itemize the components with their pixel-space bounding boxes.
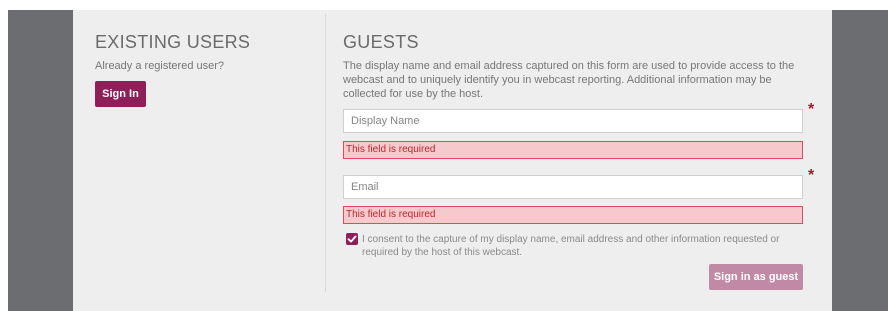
- consent-checkbox[interactable]: [346, 233, 358, 245]
- existing-users-heading: EXISTING USERS: [95, 32, 251, 52]
- guests-heading: GUESTS: [343, 32, 419, 52]
- column-divider: [325, 14, 326, 292]
- display-name-input[interactable]: [343, 109, 803, 133]
- existing-users-subtext: Already a registered user?: [95, 60, 225, 72]
- email-input[interactable]: [343, 175, 803, 199]
- right-side-bar: [832, 10, 888, 311]
- display-name-required-marker: *: [808, 101, 815, 118]
- checkmark-icon: [347, 235, 357, 243]
- guests-description: The display name and email address captu…: [343, 60, 795, 100]
- display-name-error: This field is required: [343, 141, 803, 159]
- sign-in-as-guest-button[interactable]: Sign in as guest: [709, 264, 803, 290]
- consent-label: I consent to the capture of my display n…: [362, 234, 780, 258]
- email-error: This field is required: [343, 206, 803, 224]
- sign-in-button[interactable]: Sign In: [95, 81, 146, 107]
- left-side-bar: [8, 10, 73, 311]
- email-required-marker: *: [808, 167, 815, 184]
